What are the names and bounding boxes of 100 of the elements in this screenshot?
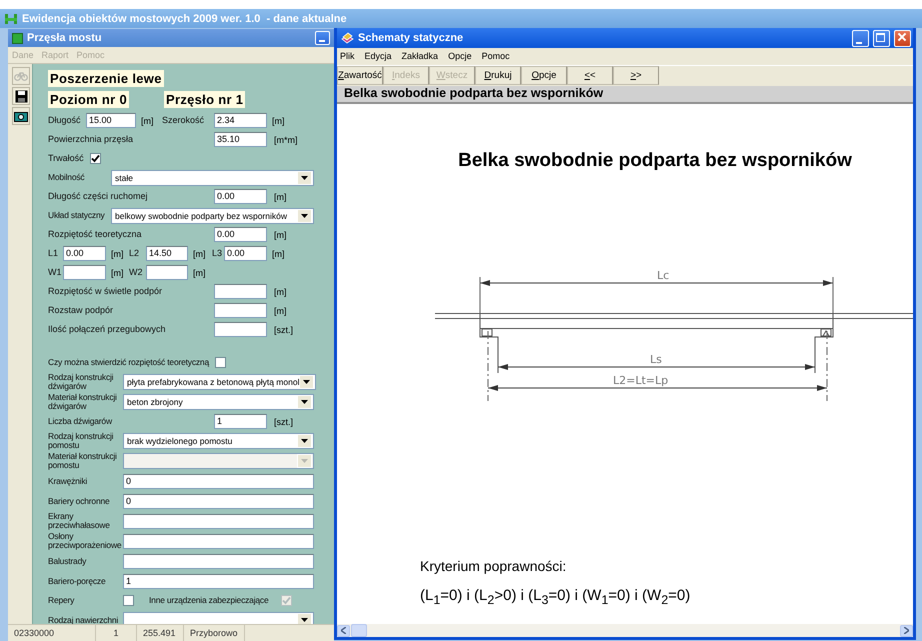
text-field[interactable]: 15.00 <box>86 113 136 128</box>
toolbar-button[interactable]: Opcje <box>521 66 567 85</box>
toolbar-button[interactable]: Zawartość <box>337 66 383 85</box>
text-field[interactable] <box>146 265 188 280</box>
minimize-button[interactable] <box>315 31 330 45</box>
text-field[interactable] <box>214 303 267 318</box>
unit-label: [m] <box>273 192 288 202</box>
status-text: 1 <box>96 625 137 641</box>
status-text: Przyborowo <box>184 625 245 641</box>
text-field[interactable]: 0.00 <box>224 246 267 261</box>
text-field[interactable]: 0 <box>123 474 314 488</box>
arrow-left-icon <box>341 627 346 634</box>
checkbox[interactable] <box>90 153 101 164</box>
scroll-left-button[interactable] <box>337 624 350 636</box>
text-field[interactable] <box>123 514 314 528</box>
menu-item[interactable]: Pomoc <box>482 50 510 60</box>
menu-item[interactable]: Opcje <box>448 50 472 60</box>
field-label: Układ statyczny <box>48 211 106 220</box>
text-field[interactable]: 1 <box>123 574 314 588</box>
field-label: Rozstaw podpór <box>48 306 114 315</box>
maximize-button[interactable] <box>873 30 890 46</box>
save-button[interactable] <box>12 87 30 105</box>
field-label: Ekrany przeciwhałasowe <box>48 512 111 530</box>
checkbox-label: Repery <box>48 596 76 605</box>
criterion-formula: (L$_{1}$=0) i (L$_{2}$>0) i (L$_{3}$=0) i (W$_{1}$=0) i (W$_{2}$=0) <box>420 587 690 607</box>
dropdown[interactable] <box>123 612 314 624</box>
text-field[interactable]: 0 <box>123 494 314 508</box>
page-heading: Belka swobodnie podparta bez wsporników <box>458 150 852 172</box>
field-label: Rodzaj nawierzchni <box>48 616 120 624</box>
window-icon <box>12 32 23 44</box>
dimension-label: L2=Lt=Lp <box>613 374 668 387</box>
field-label: L1 <box>48 249 60 258</box>
minimize-button[interactable] <box>852 30 869 46</box>
caret-icon <box>301 214 308 218</box>
checkbox[interactable] <box>123 595 134 606</box>
checkbox-label: Trwałość <box>48 154 84 163</box>
bicycle-icon <box>14 71 28 81</box>
field-label: Materiał konstrukcji pomostu <box>48 452 118 470</box>
field-label: Rozpiętość w świetle podpór <box>48 287 164 296</box>
camera-button[interactable] <box>12 107 30 125</box>
text-field[interactable] <box>123 554 314 568</box>
arrow-right-icon <box>904 627 909 634</box>
unit-label: [m] <box>192 268 206 278</box>
text-field[interactable]: 1 <box>214 414 267 429</box>
scrollbar-thumb[interactable] <box>351 624 367 637</box>
section-heading: Poziom nr 0 <box>48 91 129 108</box>
text-field[interactable] <box>214 284 267 299</box>
checkbox[interactable] <box>215 357 226 368</box>
field-label: Liczba dźwigarów <box>48 417 114 426</box>
dropdown[interactable]: płyta prefabrykowana z betonową płytą monol <box>123 374 316 390</box>
unit-label: [m] <box>271 248 286 258</box>
dropdown[interactable]: beton zbrojony <box>123 394 314 410</box>
dropdown[interactable]: stałe <box>111 170 314 186</box>
menu-item[interactable]: Zakładka <box>402 50 438 60</box>
menu-item[interactable]: Plik <box>340 50 355 60</box>
field-label: Mobilność <box>48 173 86 182</box>
scroll-right-button[interactable] <box>900 624 913 636</box>
save-icon <box>14 90 28 102</box>
dropdown[interactable]: brak wydzielonego pomostu <box>123 433 314 449</box>
unit-label: [m] <box>110 268 124 278</box>
window-title: Schematy statyczne <box>358 32 464 44</box>
section-heading: Poszerzenie lewe <box>48 70 164 87</box>
section-heading: Przęsło nr 1 <box>164 91 246 108</box>
field-label: Rodzaj konstrukcji dźwigarów <box>48 373 114 391</box>
field-label: Balustrady <box>48 556 88 566</box>
dimension-label: Ls <box>650 353 662 366</box>
topic-title: Belka swobodnie podparta bez wsporników <box>337 86 913 104</box>
text-field[interactable] <box>63 265 106 280</box>
close-button[interactable] <box>894 30 911 46</box>
menu-item[interactable]: Edycja <box>364 50 392 60</box>
text-field[interactable]: 0.00 <box>214 189 267 204</box>
dropdown[interactable]: belkowy swobodnie podparty bez wsporników <box>111 208 314 224</box>
toolbar-button[interactable]: Drukuj <box>475 66 521 85</box>
text-field[interactable]: 14.50 <box>146 246 188 261</box>
unit-label: [m] <box>140 116 154 126</box>
text-field[interactable]: 2.34 <box>214 113 267 128</box>
field-label: L2 <box>129 249 140 258</box>
text-field[interactable]: 35.10 <box>214 132 267 147</box>
text-field[interactable]: 0.00 <box>63 246 106 261</box>
field-label: Rodzaj konstrukcji pomostu <box>48 432 114 450</box>
field-label: Długość <box>48 116 82 125</box>
unit-label: [m*m] <box>273 134 298 144</box>
text-field[interactable]: 0.00 <box>214 227 267 242</box>
criterion-title: Kryterium poprawności: <box>420 558 566 574</box>
field-label: Ilość połączeń przegubowych <box>48 325 167 334</box>
text-field[interactable] <box>123 534 314 548</box>
unit-label: [m] <box>273 286 288 296</box>
text-field[interactable] <box>214 322 267 337</box>
field-label: Bariero-poręcze <box>48 576 106 586</box>
unit-label: [szt.] <box>273 324 294 334</box>
camera-icon <box>14 110 28 122</box>
field-label: W1 <box>48 268 62 277</box>
status-text: 255.491 <box>137 625 184 641</box>
toolbar-button[interactable]: << <box>567 66 613 85</box>
toolbar-button[interactable]: >> <box>613 66 659 85</box>
caret-icon <box>301 400 308 404</box>
field-label: Bariery ochronne <box>48 496 111 506</box>
field-label: Krawężniki <box>48 476 88 486</box>
unit-label: [m] <box>110 248 124 258</box>
window-title: Ewidencja obiektów mostowych 2009 wer. 1.0 - dane aktualne <box>22 12 347 24</box>
